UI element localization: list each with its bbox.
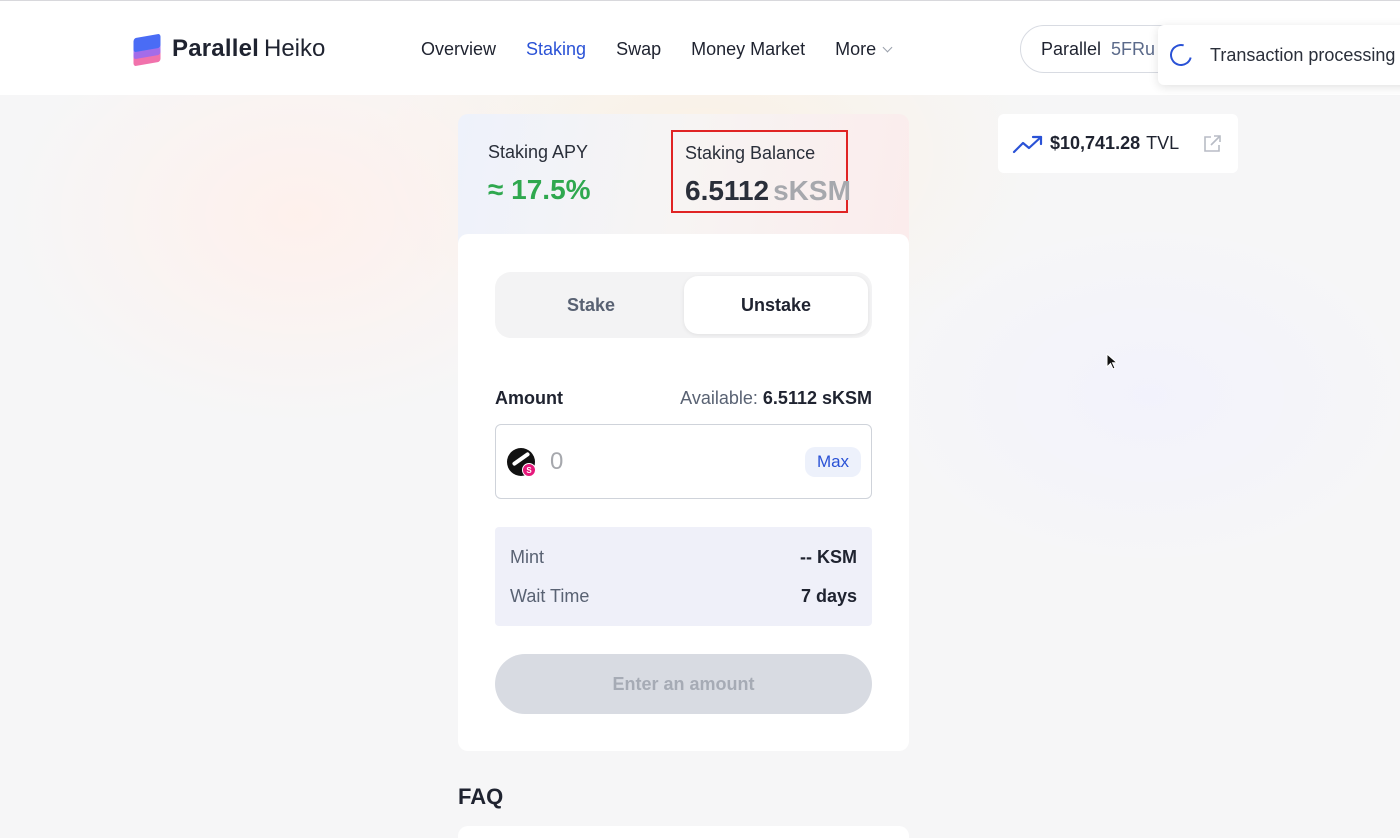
nav-more[interactable]: More [835, 38, 893, 60]
trend-up-icon [1012, 135, 1043, 153]
wait-time-value: 7 days [800, 585, 857, 606]
logo-brand: Parallel [172, 35, 259, 62]
nav-swap[interactable]: Swap [616, 39, 661, 60]
nav-overview[interactable]: Overview [421, 39, 496, 60]
staking-balance-highlight: Staking Balance 6.5112 sKSM [671, 130, 851, 213]
nav-money-market[interactable]: Money Market [691, 39, 805, 60]
wait-time-label: Wait Time [510, 585, 590, 606]
staking-balance-unit: sKSM [773, 175, 851, 206]
available-label: Available: [680, 388, 758, 408]
main-nav: Overview Staking Swap Money Market More [421, 37, 921, 61]
nav-staking[interactable]: Staking [526, 39, 586, 60]
unstake-info-box: Mint -- KSM Wait Time 7 days [495, 527, 872, 626]
staking-balance-value: 6.5112 sKSM [685, 175, 851, 207]
staking-apy-value: ≈ 17.5% [488, 174, 591, 205]
top-header: Parallel Heiko Overview Staking Swap Mon… [0, 0, 1400, 95]
available-balance: Available: 6.5112 sKSM [680, 388, 872, 409]
mouse-cursor-icon [1106, 353, 1119, 370]
account-network: Parallel [1041, 38, 1102, 59]
mint-value: -- KSM [800, 546, 857, 567]
mint-label: Mint [510, 546, 545, 567]
stake-unstake-tabs: Stake Unstake [495, 272, 872, 338]
tab-unstake[interactable]: Unstake [684, 276, 868, 334]
amount-label: Amount [495, 388, 563, 408]
submit-button[interactable]: Enter an amount [495, 654, 872, 714]
toast-text: Transaction processing [1210, 44, 1396, 65]
staking-balance-label: Staking Balance [685, 143, 816, 163]
faq-title: FAQ [458, 784, 504, 809]
available-value: 6.5112 sKSM [762, 388, 872, 408]
transaction-toast: Transaction processing [1158, 25, 1400, 85]
tab-stake[interactable]: Stake [499, 276, 683, 334]
tvl-unit: TVL [1146, 133, 1180, 153]
spinner-icon [1165, 39, 1197, 71]
staking-stats: Staking APY ≈ 17.5% Staking Balance 6.51… [458, 114, 909, 244]
tvl-card: $10,741.28 TVL [998, 114, 1238, 173]
external-link-icon[interactable] [1202, 134, 1222, 154]
nav-more-label: More [835, 38, 877, 59]
sksm-token-icon: S [507, 448, 536, 477]
logo[interactable]: Parallel Heiko [130, 33, 326, 67]
staking-apy-label: Staking APY [488, 142, 589, 162]
amount-input[interactable] [550, 445, 790, 479]
tvl-value: $10,741.28 [1050, 133, 1141, 153]
faq-card [458, 826, 909, 838]
wait-time-row: Wait Time 7 days [510, 584, 857, 608]
amount-field: S Max [495, 424, 872, 499]
chevron-down-icon [882, 42, 893, 52]
stake-form-card: Stake Unstake Amount Available: 6.5112 s… [458, 234, 909, 751]
account-address: 5FRu [1111, 38, 1156, 59]
token-badge: S [522, 463, 536, 477]
mint-row: Mint -- KSM [510, 545, 857, 569]
logo-product: Heiko [264, 35, 326, 62]
parallel-logo-icon [130, 33, 164, 67]
max-button[interactable]: Max [805, 447, 861, 477]
staking-balance-amount: 6.5112 [685, 175, 770, 206]
